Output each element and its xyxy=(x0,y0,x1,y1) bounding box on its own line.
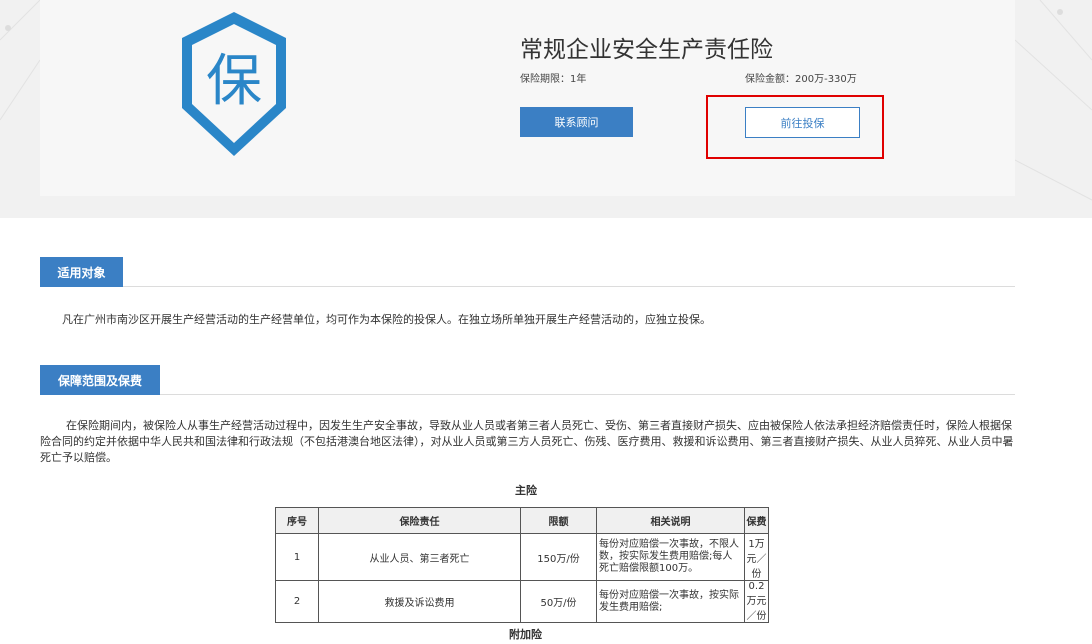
table-cell: 2 xyxy=(275,580,319,623)
addon-table-caption: 附加险 xyxy=(509,628,542,641)
section-header-coverage: 保障范围及保费 xyxy=(40,365,1015,395)
table-cell: 每份对应赔偿一次事故，按实际发生费用赔偿; xyxy=(596,580,745,623)
table-cell: 救援及诉讼费用 xyxy=(318,580,521,623)
insurance-term: 保险期限：1年 xyxy=(520,74,587,85)
applicable-text: 凡在广州市南沙区开展生产经营活动的生产经营单位，均可作为本保险的投保人。在独立场… xyxy=(62,313,711,326)
table-header-cell: 保险责任 xyxy=(318,507,521,534)
section-header-applicable: 适用对象 xyxy=(40,257,1015,287)
table-cell: 150万/份 xyxy=(520,533,597,581)
section-title-applicable: 适用对象 xyxy=(40,257,123,287)
table-header-cell: 保费 xyxy=(744,507,769,534)
shield-char: 保 xyxy=(206,49,262,114)
section-title-coverage: 保障范围及保费 xyxy=(40,365,160,395)
table-header-cell: 限额 xyxy=(520,507,597,534)
table-cell: 1万元／份 xyxy=(744,533,769,581)
table-cell: 0.2万元／份 xyxy=(744,580,769,623)
coverage-text: 在保险期间内，被保险人从事生产经营活动过程中，因发生生产安全事故，导致从业人员或… xyxy=(40,419,1014,464)
table-cell: 50万/份 xyxy=(520,580,597,623)
table-header-cell: 序号 xyxy=(275,507,319,534)
product-title: 常规企业安全生产责任险 xyxy=(520,37,773,63)
table-header-row: 序号 保险责任 限额 相关说明 保费 xyxy=(275,507,769,534)
table-header-cell: 相关说明 xyxy=(596,507,745,534)
table-row: 1 从业人员、第三者死亡 150万/份 每份对应赔偿一次事故，不限人数，按实际发… xyxy=(275,533,769,581)
main-table-caption: 主险 xyxy=(515,484,537,497)
table-cell: 从业人员、第三者死亡 xyxy=(318,533,521,581)
insurance-amount: 保险金额：200万-330万 xyxy=(745,74,857,85)
contact-advisor-button[interactable]: 联系顾问 xyxy=(520,107,633,137)
table-cell: 1 xyxy=(275,533,319,581)
shield-logo-icon: 保 xyxy=(182,12,286,156)
table-cell: 每份对应赔偿一次事故，不限人数，按实际发生费用赔偿;每人死亡赔偿限额100万。 xyxy=(596,533,745,581)
table-row: 2 救援及诉讼费用 50万/份 每份对应赔偿一次事故，按实际发生费用赔偿; 0.… xyxy=(275,580,769,623)
highlight-annotation-box xyxy=(706,95,884,159)
main-coverage-table: 序号 保险责任 限额 相关说明 保费 1 从业人员、第三者死亡 150万/份 每… xyxy=(275,507,769,623)
